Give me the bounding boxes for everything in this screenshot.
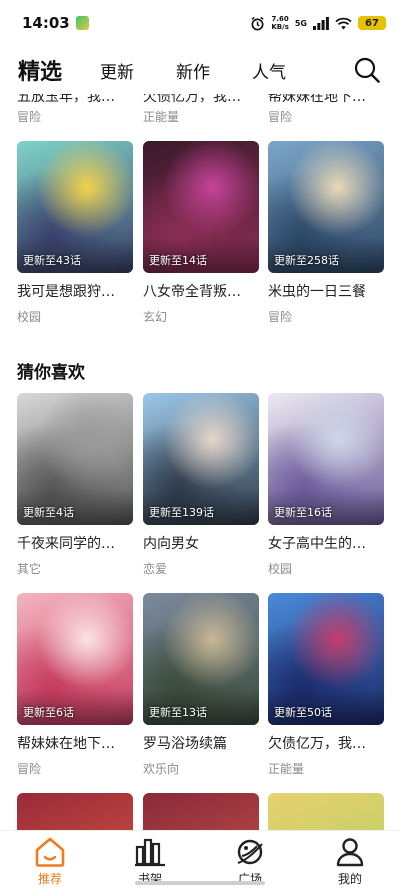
comic-card[interactable]: 更新至4话 千夜来同学的… 其它 [17,393,133,577]
comic-card[interactable]: 更新至258话 米虫的一日三餐 冒险 [268,141,384,325]
card-title[interactable]: 米虫的一日三餐 [268,281,384,301]
card-title[interactable]: 千夜来同学的… [17,533,133,553]
comic-feed[interactable]: 五放玉年，我… 冒险 欠债亿万，我… 正能量 帮妹妹在地下… 冒险 更新至43话… [0,94,400,830]
comic-cover[interactable]: 更新至4话 [17,393,133,525]
comic-card[interactable]: 更新至43话 我可是想跟狩… 校园 [17,141,133,325]
top-tab-bar: 精选 更新 新作 人气 [0,46,400,94]
tab-featured[interactable]: 精选 [18,54,62,86]
update-badge: 更新至14话 [149,254,207,267]
card-title[interactable]: 八女帝全背叛… [143,281,259,301]
comic-cover[interactable]: 更新至13话 [143,593,259,725]
signal-icon [313,16,329,30]
card-tag: 冒险 [17,110,42,124]
nav-recommend[interactable]: 推荐 [0,831,100,889]
card-title[interactable]: 罗马浴场续篇 [143,733,259,753]
section-title-guess-you-like: 猜你喜欢 [17,363,85,383]
comic-card[interactable]: 更新至16话 女子高中生的… 校园 [268,393,384,577]
partial-row: 五放玉年，我… 冒险 欠债亿万，我… 正能量 帮妹妹在地下… 冒险 [0,94,400,130]
card-title[interactable]: 五放玉年，我… [17,94,133,106]
update-badge: 更新至139话 [149,506,214,519]
comic-card[interactable] [268,793,384,830]
home-indicator[interactable] [135,881,265,885]
comic-card[interactable] [17,793,133,830]
search-button[interactable] [352,55,382,85]
nav-label: 推荐 [37,872,62,886]
planet-icon [237,839,263,865]
alarm-icon [251,16,264,30]
network-speed: 7.60 KB/s [271,15,289,31]
comic-cover[interactable]: 更新至16话 [268,393,384,525]
comic-card[interactable]: 更新至13话 罗马浴场续篇 欢乐向 [143,593,259,777]
comic-cover[interactable]: 更新至258话 [268,141,384,273]
tab-new[interactable]: 新作 [176,58,210,83]
network-type: 5G [294,18,307,28]
bookshelf-icon [135,838,165,867]
card-tag: 欢乐向 [143,762,180,776]
nav-mine[interactable]: 我的 [300,831,400,889]
card-tag: 冒险 [268,310,293,324]
card-tag: 正能量 [143,110,180,124]
search-icon [354,57,380,83]
user-icon [336,838,364,867]
card-title[interactable]: 我可是想跟狩… [17,281,133,301]
update-badge: 更新至4话 [23,506,74,519]
update-badge: 更新至16话 [274,506,332,519]
card-title[interactable]: 内向男女 [143,533,259,553]
card-title[interactable]: 帮妹妹在地下… [268,94,384,106]
comic-cover[interactable] [143,793,259,830]
nav-label: 我的 [337,872,362,886]
update-badge: 更新至50话 [274,706,332,719]
update-badge: 更新至43话 [23,254,81,267]
card-tag: 校园 [268,562,293,576]
status-indicators: 7.60 KB/s 5G 67 [250,15,386,31]
card-title[interactable]: 帮妹妹在地下… [17,733,133,753]
wifi-icon [335,17,352,29]
comic-cover[interactable]: 更新至139话 [143,393,259,525]
update-badge: 更新至258话 [274,254,339,267]
tab-popular[interactable]: 人气 [252,58,286,83]
comic-card[interactable]: 更新至6话 帮妹妹在地下… 冒险 [17,593,133,777]
comic-cover[interactable]: 更新至43话 [17,141,133,273]
card-title[interactable]: 欠债亿万，我… [143,94,259,106]
card-tag: 其它 [17,562,42,576]
card-tag: 冒险 [268,110,293,124]
tab-updates[interactable]: 更新 [100,58,134,83]
status-bar: 14:03 7.60 KB/s 5G 67 [0,0,400,46]
comic-card[interactable]: 更新至14话 八女帝全背叛… 玄幻 [143,141,259,325]
card-title[interactable]: 欠债亿万，我… [268,733,384,753]
comic-cover[interactable] [17,793,133,830]
comic-card[interactable]: 更新至50话 欠债亿万，我… 正能量 [268,593,384,777]
comic-cover[interactable] [268,793,384,830]
comic-card[interactable]: 更新至139话 内向男女 恋爱 [143,393,259,577]
card-tag: 恋爱 [143,562,168,576]
app-notification-icon [75,16,89,30]
comic-cover[interactable]: 更新至14话 [143,141,259,273]
card-tag: 冒险 [17,762,42,776]
comic-cover[interactable]: 更新至50话 [268,593,384,725]
status-time: 14:03 [22,14,70,32]
comic-cover[interactable]: 更新至6话 [17,593,133,725]
update-badge: 更新至6话 [23,706,74,719]
comic-card[interactable] [143,793,259,830]
home-icon [35,837,65,867]
card-tag: 玄幻 [143,310,168,324]
card-tag: 校园 [17,310,42,324]
card-tag: 正能量 [268,762,305,776]
update-badge: 更新至13话 [149,706,207,719]
battery-indicator: 67 [358,16,386,30]
card-title[interactable]: 女子高中生的… [268,533,384,553]
